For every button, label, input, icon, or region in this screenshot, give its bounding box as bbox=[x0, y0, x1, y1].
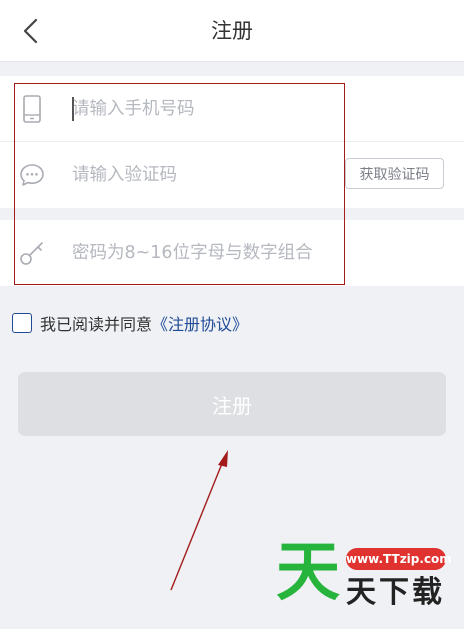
agreement-text: 我已阅读并同意 bbox=[40, 315, 153, 334]
phone-row bbox=[0, 76, 464, 142]
password-group bbox=[0, 220, 464, 286]
watermark-big-glyph: 天 bbox=[276, 536, 340, 610]
agreement-link[interactable]: 《注册协议》 bbox=[152, 311, 248, 335]
key-icon bbox=[18, 237, 46, 269]
phone-icon bbox=[18, 93, 46, 125]
watermark-url: www.TTzip.com bbox=[346, 548, 452, 570]
password-input[interactable] bbox=[72, 240, 442, 266]
agreement-checkbox[interactable] bbox=[12, 313, 32, 333]
get-code-button[interactable]: 获取验证码 bbox=[345, 158, 444, 189]
watermark-logo: 天 www.TTzip.com 天下载 bbox=[276, 538, 460, 618]
nav-bar: 注册 bbox=[0, 0, 464, 62]
password-row bbox=[0, 220, 464, 286]
chat-bubble-icon bbox=[18, 159, 46, 191]
verification-code-input[interactable] bbox=[72, 162, 322, 188]
phone-input[interactable] bbox=[72, 96, 332, 122]
register-button[interactable]: 注册 bbox=[18, 372, 446, 436]
watermark-text: 天下载 bbox=[346, 575, 445, 610]
agreement-row[interactable]: 我已阅读并同意 《注册协议》 bbox=[12, 312, 248, 334]
text-cursor bbox=[72, 97, 74, 121]
page-title: 注册 bbox=[211, 19, 253, 43]
